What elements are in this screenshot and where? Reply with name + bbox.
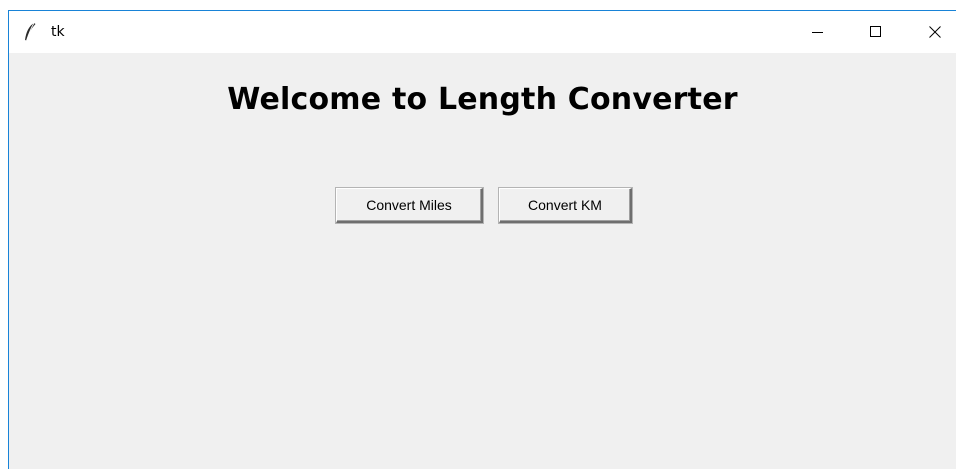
title-bar[interactable]: tk: [9, 11, 956, 53]
close-icon: [929, 23, 941, 42]
minimize-button[interactable]: [795, 11, 841, 53]
close-button[interactable]: [912, 11, 956, 53]
app-window: tk Welcome to Length Converter Convert M…: [8, 10, 956, 469]
maximize-button[interactable]: [853, 11, 899, 53]
minimize-icon: [812, 23, 824, 42]
maximize-icon: [870, 23, 882, 42]
convert-km-button[interactable]: Convert KM: [499, 188, 632, 223]
window-title: tk: [51, 24, 65, 40]
convert-miles-button[interactable]: Convert Miles: [336, 188, 483, 223]
page-title: Welcome to Length Converter: [227, 82, 738, 117]
tk-feather-icon: [23, 22, 37, 42]
main-content: Welcome to Length Converter Convert Mile…: [9, 53, 956, 469]
